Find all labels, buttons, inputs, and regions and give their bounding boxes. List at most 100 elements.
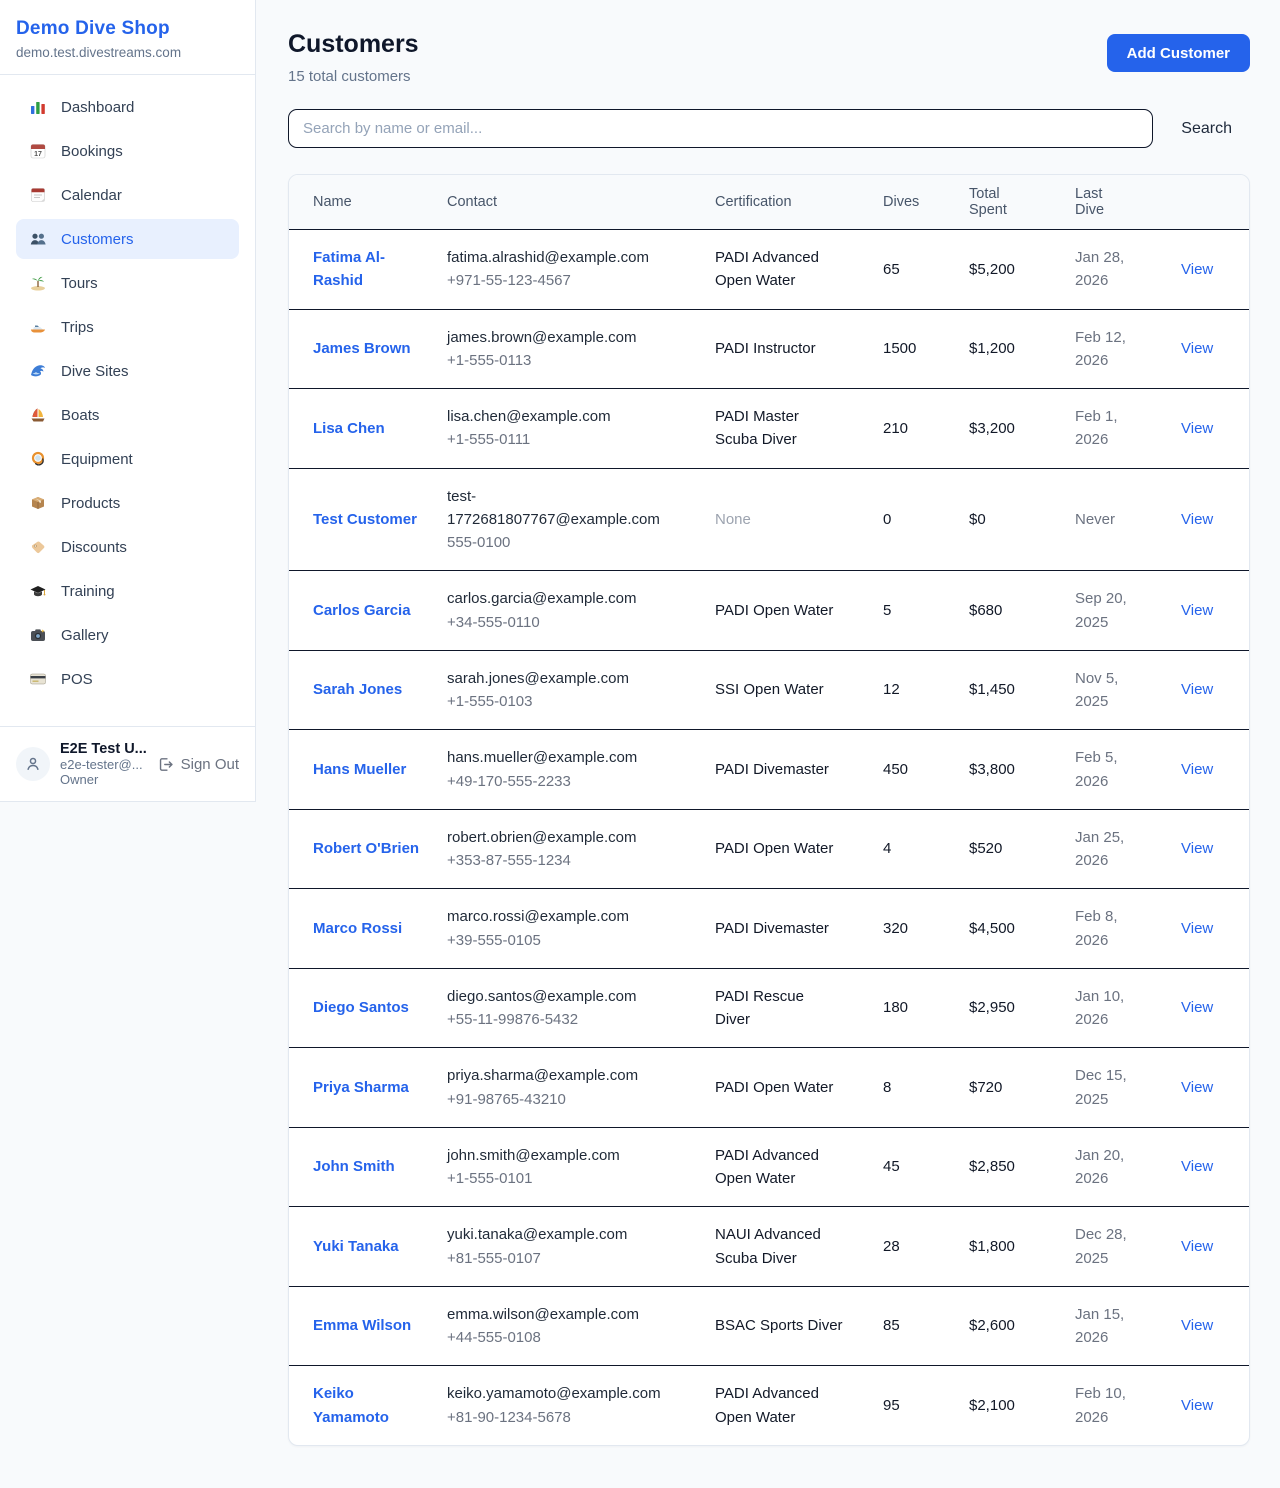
total-spent: $0 — [969, 511, 986, 528]
customer-phone: +55-11-99876-5432 — [447, 1008, 691, 1031]
customer-certification: PADI Open Water — [715, 837, 833, 860]
dives-count: 1500 — [883, 340, 916, 357]
customer-name-link[interactable]: Fatima Al-Rashid — [313, 246, 423, 293]
customer-name-link[interactable]: Diego Santos — [313, 996, 409, 1019]
table-row: Lisa Chen lisa.chen@example.com +1-555-0… — [289, 389, 1249, 469]
table-row: Priya Sharma priya.sharma@example.com +9… — [289, 1048, 1249, 1128]
customer-name-link[interactable]: Marco Rossi — [313, 917, 402, 940]
customer-name-link[interactable]: Emma Wilson — [313, 1314, 411, 1337]
gallery-icon — [28, 625, 48, 645]
customer-certification: PADI Advanced Open Water — [715, 1144, 843, 1191]
table-row: Diego Santos diego.santos@example.com +5… — [289, 968, 1249, 1048]
sidebar-item-pos[interactable]: POS — [16, 659, 239, 699]
sidebar-item-dashboard[interactable]: Dashboard — [16, 87, 239, 127]
customers-table: Name Contact Certification Dives Total S… — [289, 175, 1249, 1445]
dives-count: 8 — [883, 1079, 891, 1096]
table-row: Yuki Tanaka yuki.tanaka@example.com +81-… — [289, 1207, 1249, 1287]
last-dive-date: Nov 5, 2025 — [1075, 667, 1135, 714]
view-link[interactable]: View — [1181, 681, 1213, 698]
last-dive-date: Never — [1075, 508, 1115, 531]
last-dive-date: Jan 15, 2026 — [1075, 1303, 1135, 1350]
sidebar-item-discounts[interactable]: Discounts — [16, 527, 239, 567]
customer-name-link[interactable]: John Smith — [313, 1155, 395, 1178]
sidebar-item-calendar[interactable]: Calendar — [16, 175, 239, 215]
sidebar-item-label: Training — [61, 583, 115, 600]
dives-count: 85 — [883, 1317, 900, 1334]
customer-certification: PADI Rescue Diver — [715, 985, 843, 1032]
customer-email: hans.mueller@example.com — [447, 746, 661, 769]
sidebar-item-tours[interactable]: Tours — [16, 263, 239, 303]
customer-name-link[interactable]: Yuki Tanaka — [313, 1235, 399, 1258]
view-link[interactable]: View — [1181, 602, 1213, 619]
total-spent: $1,450 — [969, 681, 1015, 698]
customer-name-link[interactable]: Carlos Garcia — [313, 599, 411, 622]
customers-icon — [28, 229, 48, 249]
person-icon — [24, 755, 42, 773]
view-link[interactable]: View — [1181, 1397, 1213, 1414]
table-row: Hans Mueller hans.mueller@example.com +4… — [289, 730, 1249, 810]
view-link[interactable]: View — [1181, 1238, 1213, 1255]
search-input[interactable] — [288, 109, 1153, 148]
trips-icon — [28, 317, 48, 337]
sidebar-item-label: Dive Sites — [61, 363, 129, 380]
customer-email: james.brown@example.com — [447, 326, 661, 349]
total-spent: $3,200 — [969, 420, 1015, 437]
customer-name-link[interactable]: Sarah Jones — [313, 678, 402, 701]
customer-name-link[interactable]: Keiko Yamamoto — [313, 1382, 423, 1429]
view-link[interactable]: View — [1181, 1079, 1213, 1096]
customer-name-link[interactable]: Test Customer — [313, 508, 417, 531]
total-spent: $5,200 — [969, 261, 1015, 278]
sidebar-item-equipment[interactable]: Equipment — [16, 439, 239, 479]
customer-name-link[interactable]: Priya Sharma — [313, 1076, 409, 1099]
user-section: E2E Test U... e2e-tester@... Owner Sign … — [0, 726, 255, 801]
column-header-certification: Certification — [703, 175, 871, 230]
last-dive-date: Jan 25, 2026 — [1075, 826, 1135, 873]
view-link[interactable]: View — [1181, 1317, 1213, 1334]
view-link[interactable]: View — [1181, 761, 1213, 778]
sidebar-item-customers[interactable]: Customers — [16, 219, 239, 259]
last-dive-date: Jan 28, 2026 — [1075, 246, 1135, 293]
customer-name-link[interactable]: Robert O'Brien — [313, 837, 419, 860]
customer-phone: +1-555-0103 — [447, 690, 691, 713]
sidebar-item-label: Trips — [61, 319, 94, 336]
view-link[interactable]: View — [1181, 920, 1213, 937]
sign-out-button[interactable]: Sign Out — [157, 756, 239, 773]
search-button[interactable]: Search — [1181, 120, 1232, 138]
sidebar-item-boats[interactable]: Boats — [16, 395, 239, 435]
view-link[interactable]: View — [1181, 1158, 1213, 1175]
sidebar-item-trips[interactable]: Trips — [16, 307, 239, 347]
last-dive-date: Feb 5, 2026 — [1075, 746, 1135, 793]
customer-name-link[interactable]: Lisa Chen — [313, 417, 385, 440]
view-link[interactable]: View — [1181, 420, 1213, 437]
column-header-total-spent: Total Spent — [957, 175, 1063, 230]
customer-email: lisa.chen@example.com — [447, 405, 661, 428]
customer-phone: +971-55-123-4567 — [447, 269, 691, 292]
view-link[interactable]: View — [1181, 999, 1213, 1016]
customer-name-link[interactable]: James Brown — [313, 337, 411, 360]
customer-phone: +34-555-0110 — [447, 611, 691, 634]
view-link[interactable]: View — [1181, 840, 1213, 857]
add-customer-button[interactable]: Add Customer — [1107, 34, 1250, 72]
shop-name: Demo Dive Shop — [16, 18, 239, 40]
sidebar-item-gallery[interactable]: Gallery — [16, 615, 239, 655]
view-link[interactable]: View — [1181, 261, 1213, 278]
total-spent: $520 — [969, 840, 1002, 857]
view-link[interactable]: View — [1181, 511, 1213, 528]
logout-icon — [157, 756, 174, 773]
sidebar-item-bookings[interactable]: 17 Bookings — [16, 131, 239, 171]
sidebar-item-products[interactable]: Products — [16, 483, 239, 523]
customer-email: diego.santos@example.com — [447, 985, 661, 1008]
customer-email: carlos.garcia@example.com — [447, 587, 661, 610]
dives-count: 450 — [883, 761, 908, 778]
dive-sites-icon — [28, 361, 48, 381]
customer-phone: 555-0100 — [447, 531, 691, 554]
sidebar-item-dive-sites[interactable]: Dive Sites — [16, 351, 239, 391]
user-meta: E2E Test U... e2e-tester@... Owner — [60, 741, 147, 787]
customer-name-link[interactable]: Hans Mueller — [313, 758, 406, 781]
dives-count: 5 — [883, 602, 891, 619]
view-link[interactable]: View — [1181, 340, 1213, 357]
sidebar-item-training[interactable]: Training — [16, 571, 239, 611]
last-dive-date: Feb 1, 2026 — [1075, 405, 1135, 452]
calendar-icon — [28, 185, 48, 205]
total-spent: $1,200 — [969, 340, 1015, 357]
